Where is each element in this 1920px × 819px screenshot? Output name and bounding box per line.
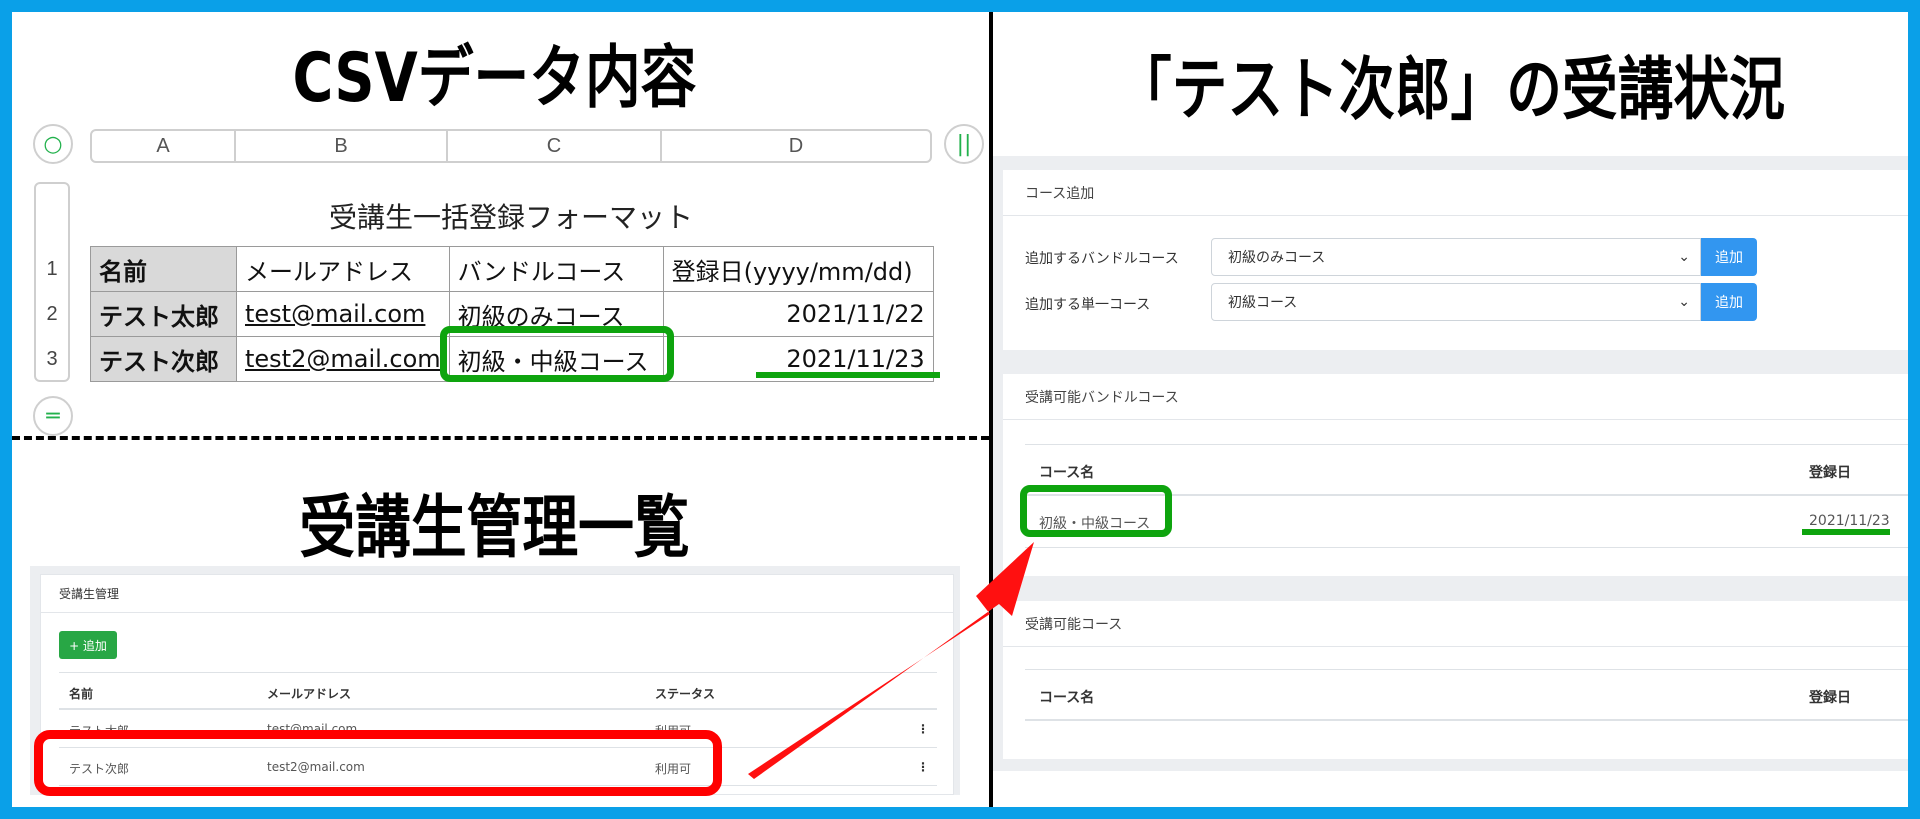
column-header-a[interactable]: A: [92, 131, 236, 161]
column-header-c[interactable]: C: [448, 131, 662, 161]
green-highlight-box: [1020, 485, 1172, 537]
add-bundle-button[interactable]: 追加: [1701, 238, 1757, 276]
table-cell[interactable]: テスト太郎: [90, 291, 237, 337]
red-highlight-box: [34, 730, 722, 796]
table-cell[interactable]: 名前: [90, 246, 237, 292]
column-header: コース名: [1039, 465, 1095, 481]
row-number[interactable]: 2: [34, 303, 70, 326]
available-course-card: 受講可能コース コース名 登録日: [1003, 601, 1908, 759]
column-header-b[interactable]: B: [236, 131, 448, 161]
pause-bars-icon[interactable]: ||: [944, 124, 984, 164]
table-row: 名前 メールアドレス バンドルコース 登録日(yyyy/mm/dd): [90, 246, 934, 292]
course-status-heading: 「テスト次郎」の受講状況: [1115, 51, 1786, 130]
course-add-card: コース追加 追加するバンドルコース 初級のみコース ⌄ 追加 追加する単一コース…: [1003, 170, 1908, 350]
column-header-d[interactable]: D: [662, 131, 930, 161]
card-title: 受講可能コース: [1003, 601, 1908, 647]
csv-heading: CSVデータ内容: [292, 39, 697, 118]
panel-title: 受講生管理: [41, 575, 953, 613]
chevron-down-icon: ⌄: [1678, 294, 1690, 310]
single-course-label: 追加する単一コース: [1025, 297, 1151, 313]
row-number[interactable]: 1: [34, 258, 70, 281]
dashed-divider: [12, 436, 989, 440]
kebab-menu-icon[interactable]: ⋮: [917, 760, 929, 774]
row-number[interactable]: 3: [34, 348, 70, 371]
add-single-button[interactable]: 追加: [1701, 283, 1757, 321]
table-cell[interactable]: バンドルコース: [448, 246, 664, 292]
column-header: 登録日: [1809, 465, 1851, 481]
table-cell[interactable]: 登録日(yyyy/mm/dd): [662, 246, 934, 292]
bundle-course-label: 追加するバンドルコース: [1025, 251, 1179, 267]
card-title: コース追加: [1003, 170, 1908, 216]
student-list-heading: 受講生管理一覧: [299, 489, 690, 568]
column-header: 名前: [69, 687, 94, 701]
bundle-course-card: 受講可能バンドルコース コース名 登録日 初級・中級コース 2021/11/23: [1003, 374, 1908, 576]
green-underline: [756, 372, 940, 378]
table-header-row: 名前 メールアドレス ステータス: [59, 672, 937, 710]
bundle-course-value: 初級のみコース: [1228, 250, 1326, 266]
table-cell[interactable]: test@mail.com: [236, 291, 450, 337]
table-cell[interactable]: 2021/11/22: [662, 291, 934, 337]
card-title: 受講可能バンドルコース: [1003, 374, 1908, 420]
column-header: ステータス: [655, 687, 716, 701]
bundle-course-select[interactable]: 初級のみコース ⌄: [1211, 238, 1701, 276]
column-header: メールアドレス: [267, 687, 352, 701]
equals-icon[interactable]: ═: [33, 396, 73, 436]
single-course-value: 初級コース: [1228, 295, 1298, 311]
registration-date: 2021/11/23: [1809, 513, 1890, 529]
add-student-button[interactable]: + 追加: [59, 631, 117, 659]
table-cell[interactable]: メールアドレス: [236, 246, 450, 292]
circle-icon[interactable]: ○: [33, 124, 73, 164]
column-header: コース名: [1039, 690, 1095, 706]
kebab-menu-icon[interactable]: ⋮: [917, 722, 929, 736]
sheet-title: 受講生一括登録フォーマット: [328, 201, 693, 234]
chevron-down-icon: ⌄: [1678, 249, 1690, 265]
single-course-select[interactable]: 初級コース ⌄: [1211, 283, 1701, 321]
column-header: 登録日: [1809, 690, 1851, 706]
table-header-row: コース名 登録日: [1025, 669, 1908, 721]
column-header-bar: A B C D: [90, 129, 932, 163]
table-cell[interactable]: test2@mail.com: [236, 336, 450, 382]
table-cell[interactable]: テスト次郎: [90, 336, 237, 382]
green-highlight-box: [440, 326, 674, 382]
green-underline: [1802, 529, 1890, 535]
